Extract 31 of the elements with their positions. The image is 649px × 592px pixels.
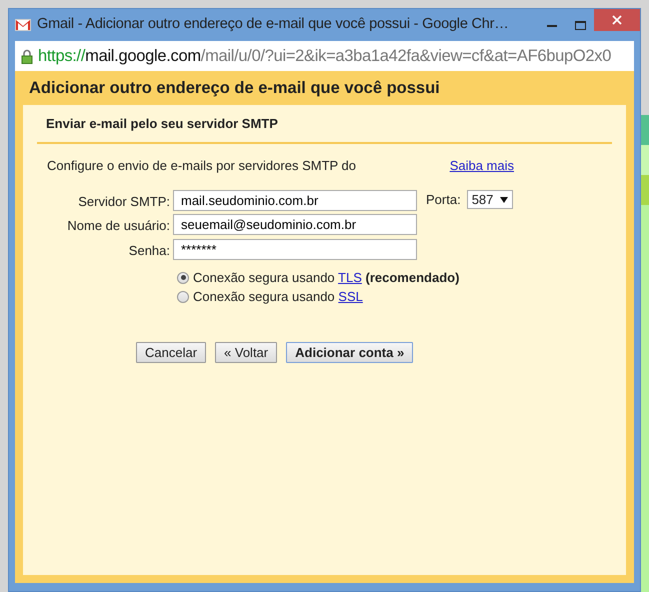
option-link[interactable]: SSL: [338, 289, 363, 304]
option-label: Conexão segura usando TLS (recomendado): [193, 269, 460, 287]
gmail-icon: [15, 19, 31, 31]
radio-button[interactable]: [177, 272, 189, 284]
caret-icon: [500, 196, 508, 202]
dialog-button[interactable]: Cancelar: [136, 342, 206, 364]
radio-button[interactable]: [177, 290, 189, 303]
port-select[interactable]: 587: [466, 190, 513, 209]
option-link[interactable]: TLS: [338, 270, 362, 285]
window-title: Gmail - Adicionar outro endereço de e-mail que você possui - Google Chr…: [37, 15, 510, 34]
section-title: Enviar e-mail pelo seu servidor SMTP: [37, 104, 612, 144]
dialog-title: Adicionar outro endereço de e-mail que você possui: [28, 78, 441, 99]
input-field[interactable]: seuemail@seudominio.com.br: [173, 214, 417, 236]
learn-more-link[interactable]: Saiba mais: [450, 156, 514, 176]
close-button[interactable]: [594, 9, 640, 31]
dialog-button[interactable]: « Voltar: [215, 342, 278, 364]
input-field[interactable]: *******: [173, 238, 417, 260]
field-label: Nome de usuário:: [66, 217, 170, 236]
port-label: Porta:: [426, 190, 461, 209]
field-label: Senha:: [128, 242, 170, 260]
address-bar[interactable]: https://mail.google.com/mail/u/0/?ui=2&ik=a3ba1a42fa&view=cf&at=AF6bupO2x0: [15, 41, 634, 71]
close-icon: [612, 15, 622, 25]
option-label: Conexão segura usando SSL: [193, 288, 363, 306]
minimize-icon: [547, 24, 557, 26]
lock-icon: [21, 48, 33, 64]
intro-text: Configure o envio de e-mails por servidores SMTP do: [47, 157, 356, 176]
input-field[interactable]: mail.seudominio.com.br: [173, 190, 417, 211]
maximize-icon: [574, 20, 586, 30]
url-text: https://mail.google.com/mail/u/0/?ui=2&ik=a3ba1a42fa&view=cf&at=AF6bupO2x0: [38, 46, 612, 67]
add-account-button[interactable]: Adicionar conta »: [286, 342, 414, 364]
field-label: Servidor SMTP:: [77, 192, 170, 211]
